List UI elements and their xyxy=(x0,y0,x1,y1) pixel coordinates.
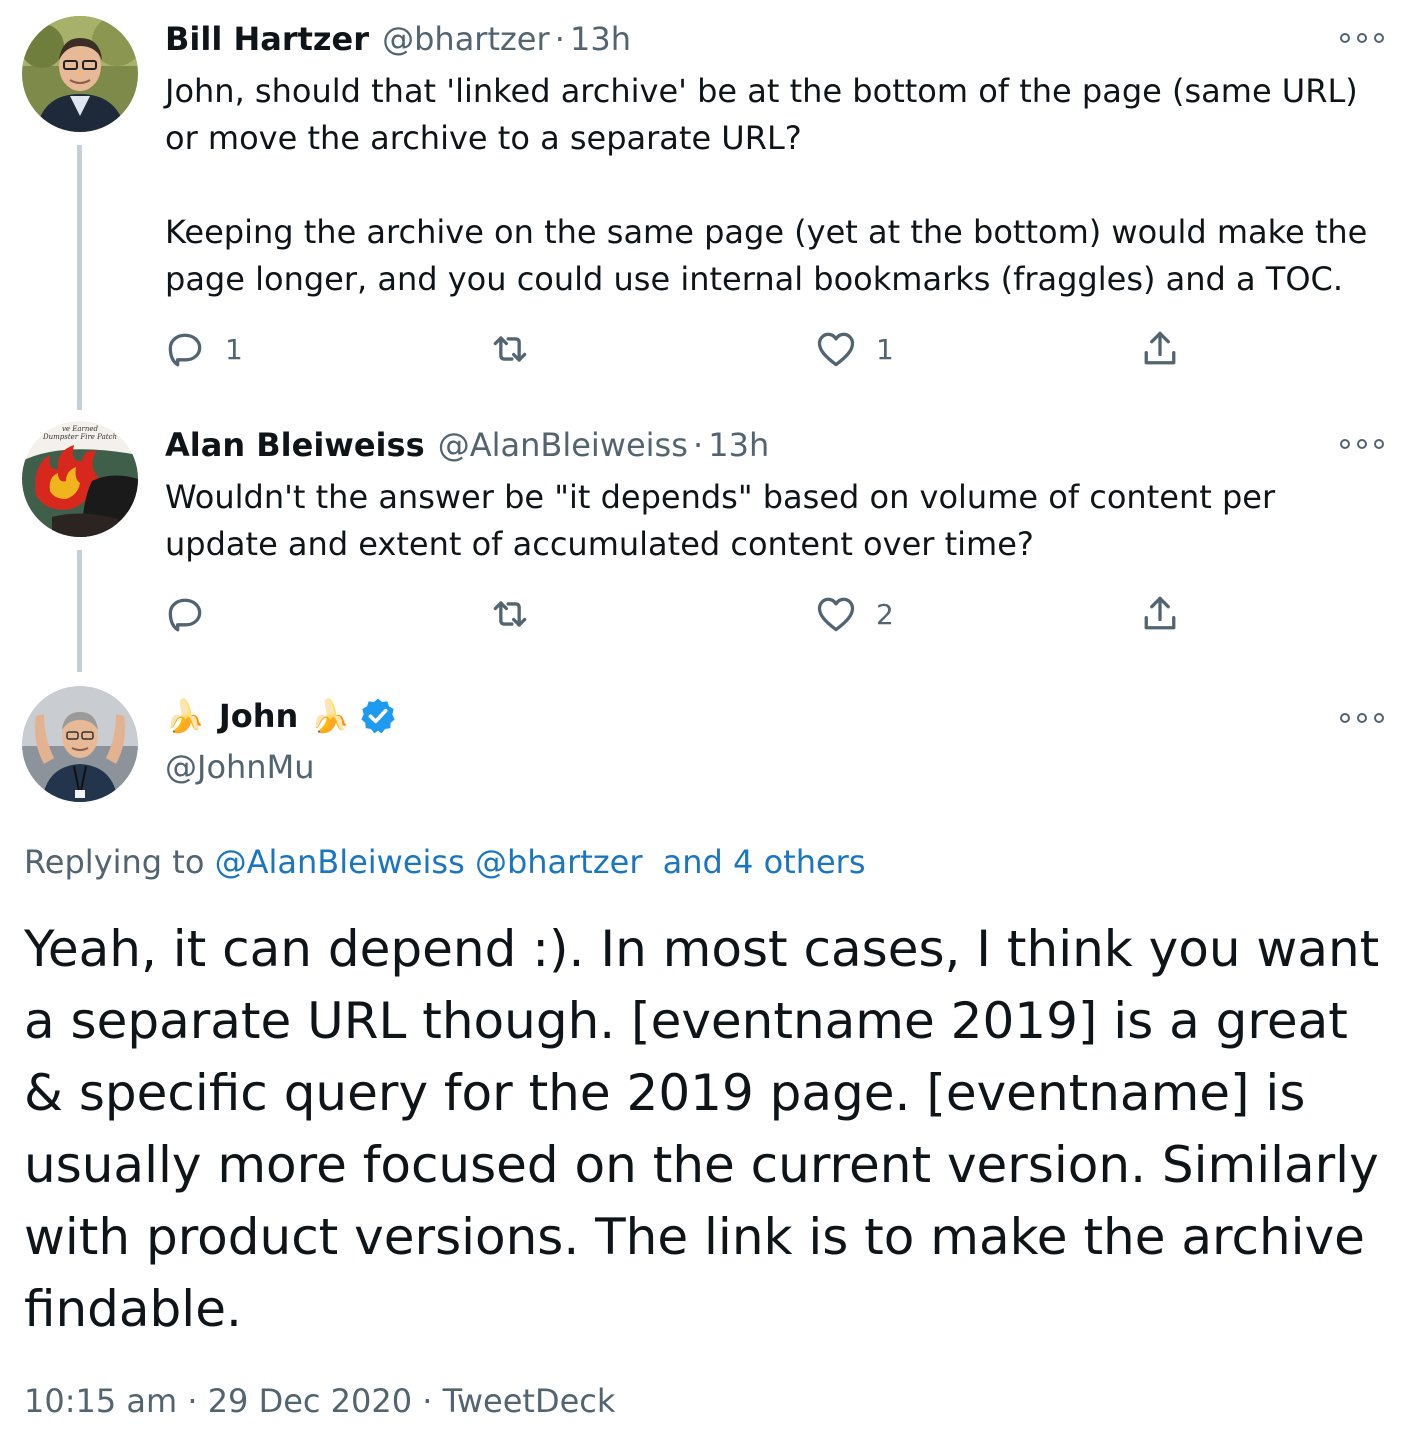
tweet-header: Alan Bleiweiss @AlanBleiweiss · 13h xyxy=(165,426,769,464)
tweet-header: Bill Hartzer @bhartzer · 13h xyxy=(165,20,631,58)
like-icon xyxy=(817,597,855,632)
reply-icon xyxy=(168,333,202,367)
dot-separator: · xyxy=(422,1382,433,1420)
thread-line-1 xyxy=(77,145,82,410)
share-icon xyxy=(1144,331,1176,365)
dot-separator: · xyxy=(187,1382,198,1420)
author-handle[interactable]: @AlanBleiweiss xyxy=(438,426,688,464)
like-count: 2 xyxy=(876,597,894,631)
avatar[interactable] xyxy=(22,16,138,132)
share-icon xyxy=(1144,596,1176,630)
tweet-source[interactable]: TweetDeck xyxy=(443,1382,616,1420)
avatar-caption-1: ve Earned xyxy=(62,425,99,433)
like-icon xyxy=(817,332,855,367)
more-icon[interactable] xyxy=(1340,436,1384,452)
banana-icon: 🍌 xyxy=(310,697,351,735)
main-tweet-text: Yeah, it can depend :). In most cases, I… xyxy=(24,920,1380,1338)
replying-to-label: Replying to xyxy=(24,843,205,881)
verified-badge-icon xyxy=(361,698,395,734)
tweet-header: 🍌 John 🍌 xyxy=(165,696,398,736)
like-button[interactable]: 2 xyxy=(814,592,894,636)
tweet-time[interactable]: 13h xyxy=(708,426,769,464)
tweet-time[interactable]: 10:15 am xyxy=(24,1382,177,1420)
avatar-caption-2: Dumpster Fire Patch xyxy=(42,433,117,441)
mention-link[interactable]: @AlanBleiweiss xyxy=(215,843,465,881)
avatar[interactable] xyxy=(22,686,138,802)
reply-icon xyxy=(168,598,202,632)
author-handle[interactable]: @bhartzer xyxy=(382,20,550,58)
mention-link[interactable]: @bhartzer xyxy=(475,843,643,881)
author-name[interactable]: Bill Hartzer xyxy=(165,20,369,58)
others-link[interactable]: and 4 others xyxy=(663,843,866,881)
author-name[interactable]: Alan Bleiweiss xyxy=(165,426,425,464)
more-icon[interactable] xyxy=(1340,710,1384,726)
tweet-footer: 10:15 am · 29 Dec 2020 · TweetDeck xyxy=(24,1382,615,1420)
more-icon[interactable] xyxy=(1340,30,1384,46)
tweet-time[interactable]: 13h xyxy=(570,20,631,58)
banana-icon: 🍌 xyxy=(165,697,205,735)
avatar[interactable]: ve Earned Dumpster Fire Patch xyxy=(22,421,138,537)
like-count: 1 xyxy=(876,332,894,366)
share-button[interactable] xyxy=(1138,327,1182,371)
like-button[interactable]: 1 xyxy=(814,327,894,371)
dot-separator: · xyxy=(554,20,565,58)
replying-to: Replying to @AlanBleiweiss @bhartzer and… xyxy=(24,843,865,881)
retweet-button[interactable] xyxy=(488,327,532,371)
author-handle[interactable]: @JohnMu xyxy=(165,748,314,786)
retweet-button[interactable] xyxy=(488,592,532,636)
tweet-date[interactable]: 29 Dec 2020 xyxy=(208,1382,412,1420)
retweet-icon xyxy=(493,336,527,362)
tweet-text: John, should that 'linked archive' be at… xyxy=(165,72,1368,298)
reply-count: 1 xyxy=(225,332,243,366)
retweet-icon xyxy=(493,601,527,627)
reply-button[interactable]: 1 xyxy=(163,327,243,371)
tweet-text: Wouldn't the answer be "it depends" base… xyxy=(165,478,1286,563)
dot-separator: · xyxy=(692,426,704,464)
thread-line-2 xyxy=(77,550,82,672)
author-handle-row: @JohnMu xyxy=(165,748,314,786)
share-button[interactable] xyxy=(1138,592,1182,636)
reply-button[interactable] xyxy=(163,592,225,636)
author-name[interactable]: John xyxy=(219,697,298,735)
